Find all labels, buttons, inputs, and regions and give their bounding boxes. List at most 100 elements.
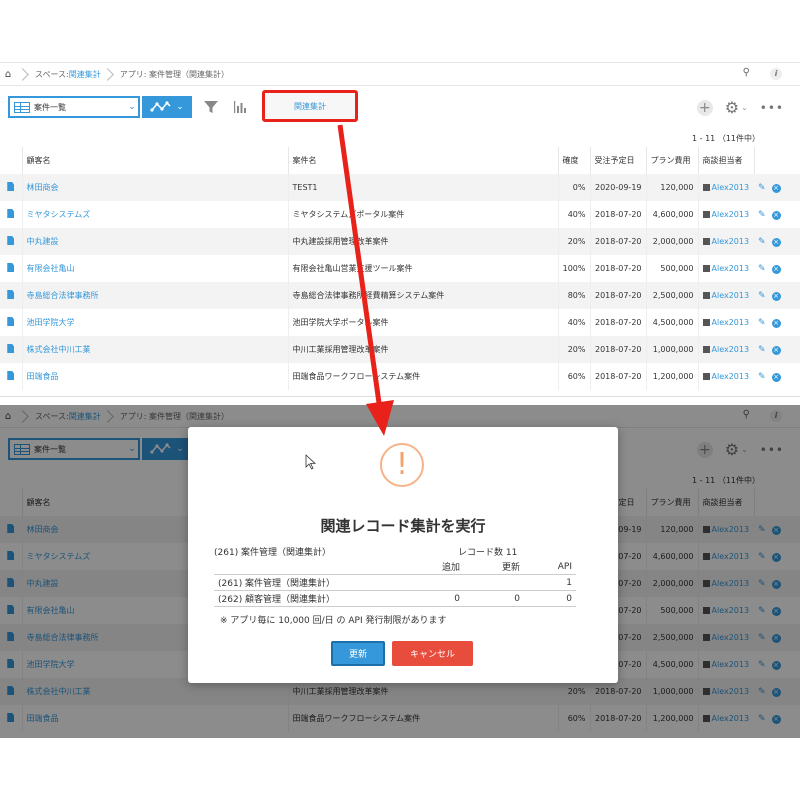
info-icon[interactable]: i — [770, 68, 782, 80]
document-icon[interactable] — [7, 344, 15, 353]
delete-icon[interactable]: × — [771, 345, 781, 355]
record-detail-cell[interactable] — [0, 174, 22, 201]
breadcrumb-app[interactable]: アプリ: 案件管理（関連集計） — [120, 69, 229, 80]
edit-pencil-icon[interactable]: ✎ — [758, 372, 766, 382]
document-icon[interactable] — [7, 317, 15, 326]
record-detail-cell[interactable] — [0, 228, 22, 255]
home-icon[interactable]: ⌂ — [0, 69, 16, 80]
more-options-icon[interactable]: ••• — [760, 101, 784, 115]
gear-icon[interactable]: ⚙ — [725, 98, 739, 117]
view-selector[interactable]: 案件一覧 ⌄ — [8, 96, 140, 118]
customer-name-cell[interactable]: 有限会社亀山 — [21, 255, 288, 282]
filter-button[interactable] — [200, 96, 222, 118]
column-header[interactable]: 案件名 — [287, 147, 558, 174]
edit-pencil-icon[interactable]: ✎ — [758, 345, 766, 355]
graph-button[interactable]: ⌄ — [142, 96, 192, 118]
pin-icon[interactable]: ⚲ — [743, 67, 750, 78]
owner-link[interactable]: Alex2013 — [712, 318, 750, 327]
order-date-cell: 2020-09-19 — [589, 174, 646, 201]
user-icon — [702, 265, 710, 272]
customer-name-cell[interactable]: 池田学院大学 — [21, 309, 288, 336]
project-name-cell: ミヤタシステムズポータル案件 — [287, 201, 558, 228]
table-row[interactable]: 田端食品 田端食品ワークフローシステム案件 60% 2018-07-20 1,200,0… — [0, 363, 800, 390]
customer-name-cell[interactable]: 中丸建設 — [21, 228, 288, 255]
row-actions-cell: ✎ × — [754, 336, 800, 363]
delete-icon[interactable]: × — [771, 183, 781, 193]
owner-link[interactable]: Alex2013 — [712, 264, 750, 273]
owner-link[interactable]: Alex2013 — [712, 237, 750, 246]
table-row[interactable]: ミヤタシステムズミヤタシステムズポータル案件40%2018-07-204,600… — [0, 201, 800, 228]
edit-pencil-icon[interactable]: ✎ — [758, 210, 766, 220]
table-row[interactable]: 池田学院大学池田学院大学ポータル案件40%2018-07-204,500,000… — [0, 309, 800, 336]
document-icon[interactable] — [7, 209, 15, 218]
delete-icon[interactable]: × — [771, 264, 781, 274]
delete-icon[interactable]: × — [771, 210, 781, 220]
owner-link[interactable]: Alex2013 — [712, 210, 750, 219]
order-date-cell: 2018-07-20 — [589, 363, 646, 390]
dialog-app-label: (261) 案件管理（関連集計） — [214, 548, 332, 558]
document-icon[interactable] — [7, 182, 15, 191]
toolbar-right-controls: + ⚙ ⌄ ••• — [696, 98, 784, 117]
toolbar: 案件一覧 ⌄ ⌄ 関連集計 + ⚙ ⌄ ••• — [0, 86, 800, 130]
breadcrumb-space-link[interactable]: 関連集計 — [69, 69, 101, 80]
record-detail-cell[interactable] — [0, 363, 22, 390]
column-header[interactable]: 確度 — [557, 147, 590, 174]
chevron-down-icon[interactable]: ⌄ — [741, 103, 748, 112]
owner-link[interactable]: Alex2013 — [712, 291, 750, 300]
document-icon[interactable] — [7, 371, 15, 380]
owner-link[interactable]: Alex2013 — [712, 183, 750, 192]
column-header[interactable]: 商談担当者 — [697, 147, 754, 174]
edit-pencil-icon[interactable]: ✎ — [758, 237, 766, 247]
document-icon[interactable] — [7, 263, 15, 272]
delete-icon[interactable]: × — [771, 237, 781, 247]
update-button[interactable]: 更新 — [331, 641, 385, 666]
customer-name-cell[interactable]: 田端食品 — [21, 363, 288, 390]
document-icon[interactable] — [7, 236, 15, 245]
row-actions-cell: ✎ × — [754, 201, 800, 228]
customer-name-cell[interactable]: 株式会社中川工業 — [21, 336, 288, 363]
customer-name-cell[interactable]: ミヤタシステムズ — [21, 201, 288, 228]
column-header[interactable]: 顧客名 — [21, 147, 288, 174]
user-icon — [702, 238, 710, 245]
record-detail-cell[interactable] — [0, 255, 22, 282]
table-row[interactable]: 林田商会TEST10%2020-09-19120,000Alex2013✎× — [0, 174, 800, 201]
user-icon — [702, 346, 710, 353]
owner-cell: Alex2013 — [697, 363, 754, 390]
owner-link[interactable]: Alex2013 — [712, 372, 750, 381]
delete-icon[interactable]: × — [771, 372, 781, 382]
owner-link[interactable]: Alex2013 — [712, 345, 750, 354]
owner-cell: Alex2013 — [697, 228, 754, 255]
dialog-title: 関連レコード集計を実行 — [320, 517, 486, 535]
customer-name-cell[interactable]: 寺島総合法律事務所 — [21, 282, 288, 309]
table-row[interactable]: 株式会社中川工業 中川工業採用管理改革案件 20% 2018-07-20 1,000,0… — [0, 336, 800, 363]
table-row[interactable]: 中丸建設中丸建設採用管理改革案件20%2018-07-202,000,000 Al… — [0, 228, 800, 255]
table-view-icon — [14, 101, 30, 113]
record-detail-cell[interactable] — [0, 201, 22, 228]
related-aggregate-button[interactable]: 関連集計 — [262, 90, 358, 122]
row-actions-cell: ✎ × — [754, 309, 800, 336]
record-detail-cell[interactable] — [0, 282, 22, 309]
delete-icon[interactable]: × — [771, 291, 781, 301]
order-date-cell: 2018-07-20 — [589, 228, 646, 255]
column-header[interactable]: プラン費用 — [645, 147, 698, 174]
graph-icon — [150, 101, 171, 112]
table-row[interactable]: 有限会社亀山有限会社亀山営業支援ツール案件100%2018-07-20500,0… — [0, 255, 800, 282]
chevron-down-icon: ⌄ — [176, 102, 184, 112]
chart-button[interactable] — [229, 96, 251, 118]
owner-cell: Alex2013 — [697, 174, 754, 201]
column-header[interactable]: 受注予定日 — [589, 147, 646, 174]
record-detail-cell[interactable] — [0, 309, 22, 336]
table-row[interactable]: 寺島総合法律事務所寺島総合法律事務所経費精算システム案件80%2018-07-2… — [0, 282, 800, 309]
document-icon[interactable] — [7, 290, 15, 299]
customer-name-cell[interactable]: 林田商会 — [21, 174, 288, 201]
edit-pencil-icon[interactable]: ✎ — [758, 291, 766, 301]
breadcrumb-space-prefix: スペース: — [35, 69, 69, 79]
edit-pencil-icon[interactable]: ✎ — [758, 264, 766, 274]
record-detail-cell[interactable] — [0, 336, 22, 363]
cancel-button[interactable]: キャンセル — [392, 641, 473, 666]
edit-pencil-icon[interactable]: ✎ — [758, 318, 766, 328]
probability-cell: 20% — [557, 228, 590, 255]
edit-pencil-icon[interactable]: ✎ — [758, 183, 766, 193]
add-record-icon[interactable]: + — [696, 99, 713, 116]
delete-icon[interactable]: × — [771, 318, 781, 328]
